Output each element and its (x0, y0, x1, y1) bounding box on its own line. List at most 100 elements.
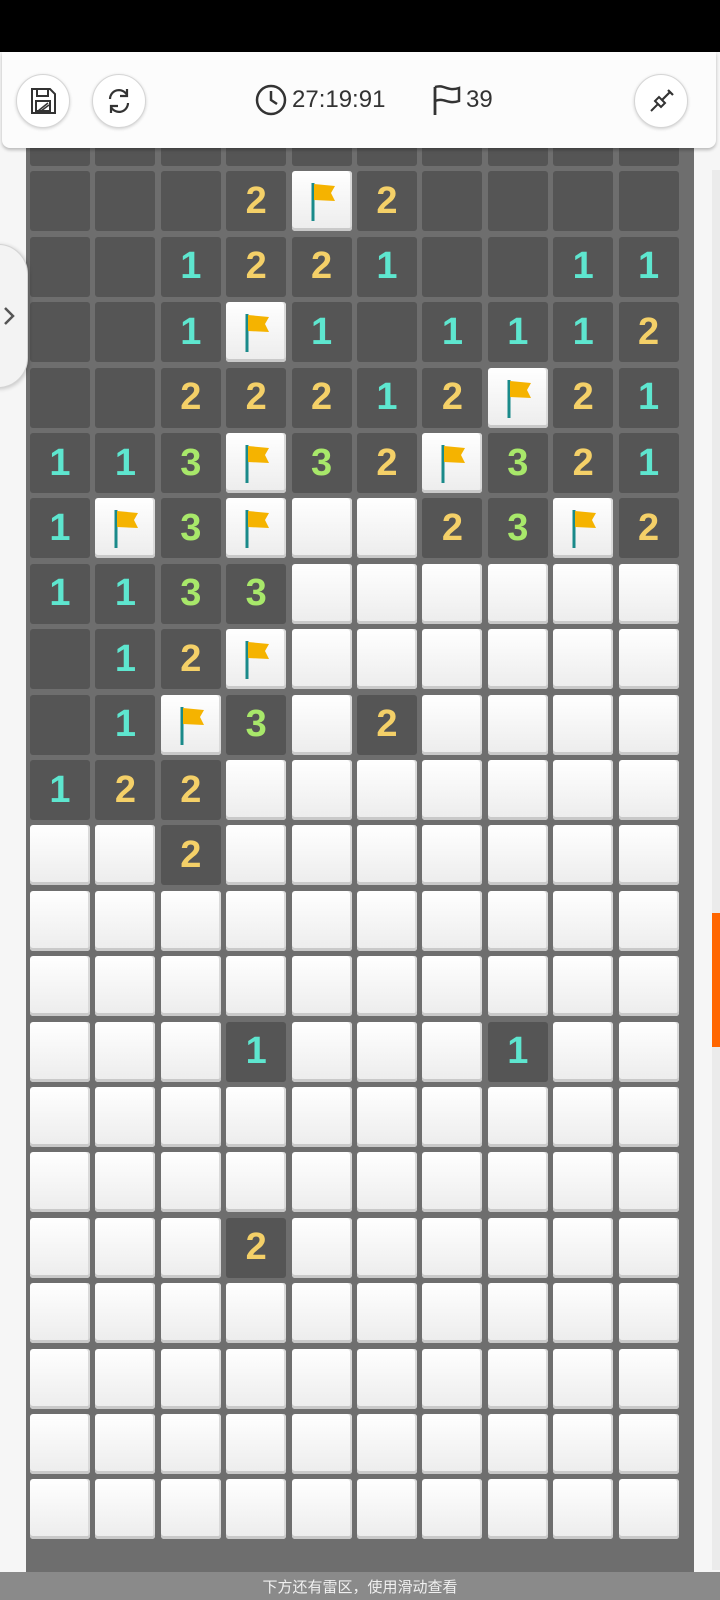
cell-closed[interactable] (487, 1283, 548, 1344)
cell-closed[interactable] (291, 563, 352, 624)
cell-revealed[interactable]: 2 (357, 171, 417, 232)
minefield-board[interactable]: 2212212211111111222212211133232113232113… (26, 148, 694, 1572)
cell-closed[interactable] (553, 1021, 614, 1082)
cell-closed[interactable] (422, 890, 483, 951)
cell-revealed[interactable]: 1 (291, 302, 352, 363)
cell-closed[interactable] (95, 890, 156, 951)
cell-closed[interactable] (422, 1152, 483, 1213)
cell-closed[interactable] (422, 825, 483, 886)
cell-revealed[interactable]: 1 (95, 694, 156, 755)
cell-flagged[interactable] (160, 694, 221, 755)
cell-closed[interactable] (357, 1217, 417, 1278)
cell-revealed[interactable] (553, 148, 614, 166)
cell-closed[interactable] (95, 1283, 156, 1344)
cell-closed[interactable] (357, 1152, 417, 1213)
cell-closed[interactable] (30, 890, 90, 951)
cell-revealed[interactable]: 3 (291, 433, 352, 493)
cell-closed[interactable] (422, 1414, 483, 1474)
cell-flagged[interactable] (226, 629, 287, 690)
cell-revealed[interactable]: 2 (160, 760, 221, 820)
cell-closed[interactable] (618, 1348, 679, 1409)
cell-flagged[interactable] (422, 433, 483, 493)
cell-closed[interactable] (291, 760, 352, 820)
cell-revealed[interactable]: 2 (160, 629, 221, 690)
cell-revealed[interactable]: 1 (618, 433, 679, 493)
cell-closed[interactable] (553, 1414, 614, 1474)
cell-revealed[interactable]: 1 (357, 236, 417, 297)
cell-revealed[interactable] (422, 236, 483, 297)
cell-revealed[interactable]: 2 (160, 825, 221, 886)
cell-closed[interactable] (357, 498, 417, 559)
cell-revealed[interactable]: 2 (553, 433, 614, 493)
cell-closed[interactable] (291, 1414, 352, 1474)
cell-closed[interactable] (618, 890, 679, 951)
cell-revealed[interactable]: 1 (422, 302, 483, 363)
cell-revealed[interactable]: 2 (291, 236, 352, 297)
cell-revealed[interactable]: 2 (160, 367, 221, 428)
cell-closed[interactable] (160, 1414, 221, 1474)
cell-revealed[interactable]: 1 (30, 498, 90, 559)
cell-closed[interactable] (422, 694, 483, 755)
cell-closed[interactable] (618, 563, 679, 624)
cell-closed[interactable] (553, 563, 614, 624)
cell-closed[interactable] (291, 1152, 352, 1213)
cell-revealed[interactable]: 1 (95, 433, 156, 493)
cell-closed[interactable] (226, 760, 287, 820)
cell-closed[interactable] (553, 825, 614, 886)
cell-revealed[interactable]: 1 (30, 563, 90, 624)
cell-closed[interactable] (291, 498, 352, 559)
cell-closed[interactable] (30, 1283, 90, 1344)
cell-closed[interactable] (160, 890, 221, 951)
cell-revealed[interactable]: 1 (618, 236, 679, 297)
cell-closed[interactable] (422, 1479, 483, 1540)
cell-closed[interactable] (291, 694, 352, 755)
cell-revealed[interactable]: 2 (357, 694, 417, 755)
cell-closed[interactable] (291, 825, 352, 886)
cell-closed[interactable] (226, 890, 287, 951)
cell-closed[interactable] (618, 1021, 679, 1082)
cell-closed[interactable] (487, 694, 548, 755)
cell-closed[interactable] (422, 1021, 483, 1082)
cell-closed[interactable] (357, 1283, 417, 1344)
cell-closed[interactable] (357, 1479, 417, 1540)
cell-revealed[interactable]: 1 (618, 148, 679, 166)
cell-revealed[interactable] (30, 302, 90, 363)
cell-closed[interactable] (618, 956, 679, 1017)
cell-closed[interactable] (357, 956, 417, 1017)
cell-revealed[interactable] (95, 236, 156, 297)
cell-closed[interactable] (95, 1217, 156, 1278)
cell-closed[interactable] (30, 825, 90, 886)
cell-closed[interactable] (226, 1087, 287, 1147)
cell-revealed[interactable] (618, 171, 679, 232)
cell-closed[interactable] (487, 956, 548, 1017)
cell-revealed[interactable]: 2 (226, 236, 287, 297)
cell-revealed[interactable]: 2 (226, 148, 287, 166)
cell-closed[interactable] (618, 1283, 679, 1344)
cell-flagged[interactable] (226, 302, 287, 363)
cell-revealed[interactable]: 2 (618, 498, 679, 559)
cell-closed[interactable] (357, 890, 417, 951)
cell-closed[interactable] (160, 1152, 221, 1213)
cell-revealed[interactable]: 1 (487, 302, 548, 363)
cell-revealed[interactable]: 3 (160, 563, 221, 624)
cell-flagged[interactable] (291, 171, 352, 232)
cell-closed[interactable] (357, 1087, 417, 1147)
cell-revealed[interactable]: 2 (357, 433, 417, 493)
cell-closed[interactable] (95, 1348, 156, 1409)
cell-closed[interactable] (487, 890, 548, 951)
cell-revealed[interactable] (422, 148, 483, 166)
cell-closed[interactable] (553, 1348, 614, 1409)
cell-closed[interactable] (618, 760, 679, 820)
cell-closed[interactable] (422, 563, 483, 624)
cell-closed[interactable] (487, 1087, 548, 1147)
cell-closed[interactable] (553, 1479, 614, 1540)
cell-revealed[interactable] (487, 171, 548, 232)
cell-closed[interactable] (553, 694, 614, 755)
cell-closed[interactable] (226, 1283, 287, 1344)
cell-closed[interactable] (226, 1414, 287, 1474)
cell-closed[interactable] (160, 1217, 221, 1278)
cell-revealed[interactable]: 2 (95, 760, 156, 820)
cell-revealed[interactable]: 1 (160, 302, 221, 363)
cell-closed[interactable] (30, 1414, 90, 1474)
cell-closed[interactable] (422, 1348, 483, 1409)
